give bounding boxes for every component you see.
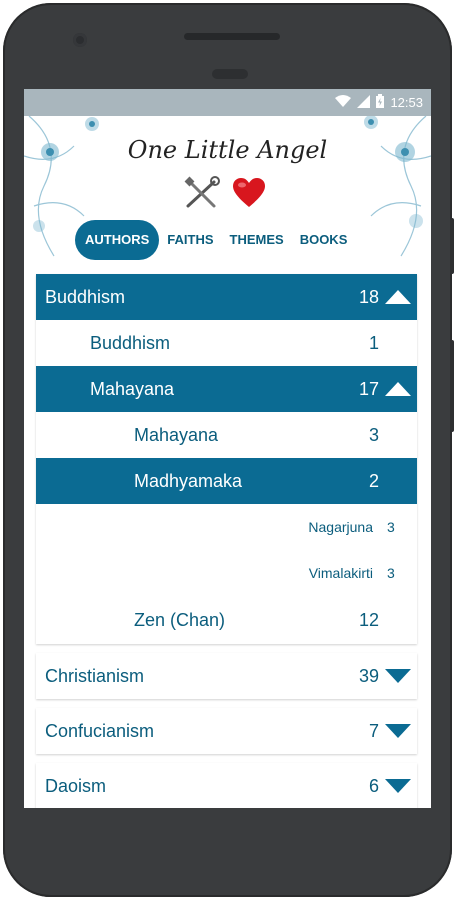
chevron-up-icon[interactable] [379,290,417,304]
category-count: 7 [368,720,379,741]
tab-themes[interactable]: THEMES [222,220,292,260]
tab-books[interactable]: BOOKS [292,220,356,260]
author-row-vimalakirti[interactable]: Vimalakirti 3 [36,550,417,596]
wifi-icon [335,94,352,111]
school-row-madhyamaka[interactable]: Madhyamaka 2 [36,458,417,504]
school-count: 12 [358,609,379,630]
volume-button [450,218,454,274]
author-label: Nagarjuna [308,519,373,535]
author-label: Vimalakirti [308,565,373,581]
subcategory-count: 1 [368,332,379,353]
subcategory-row-buddhism[interactable]: Buddhism 1 [36,320,417,366]
proximity-sensor [212,69,248,79]
author-count: 3 [387,519,395,535]
category-row-confucianism[interactable]: Confucianism 7 [36,708,417,754]
tab-bar: AUTHORS FAITHS THEMES BOOKS [75,220,355,260]
status-bar: 12:53 [24,89,431,116]
signal-icon [357,94,371,111]
screen: 12:53 One Little Angel AUTHORS FAITHS TH… [24,89,431,808]
category-count: 18 [358,286,379,307]
battery-icon [376,94,385,111]
status-time: 12:53 [390,95,423,110]
chevron-up-icon[interactable] [379,382,417,396]
power-button [450,340,454,432]
tab-faiths[interactable]: FAITHS [159,220,221,260]
category-count: 39 [358,665,379,686]
category-list: Buddhism 18 Buddhism 1 Mahayana 17 Mahay… [36,274,417,808]
category-label: Christianism [45,665,145,686]
app-title: One Little Angel [127,136,328,164]
category-count: 6 [368,775,379,796]
subcategory-row-mahayana[interactable]: Mahayana 17 [36,366,417,412]
category-card-buddhism: Buddhism 18 Buddhism 1 Mahayana 17 Mahay… [36,274,417,644]
school-label: Zen (Chan) [134,609,226,630]
category-label: Daoism [45,775,107,796]
category-label: Confucianism [45,720,155,741]
chevron-down-icon[interactable] [379,724,417,738]
category-row-daoism[interactable]: Daoism 6 [36,763,417,808]
front-camera [73,33,87,47]
heart-icon[interactable] [232,177,266,214]
author-row-nagarjuna[interactable]: Nagarjuna 3 [36,504,417,550]
category-row-christianism[interactable]: Christianism 39 [36,653,417,699]
author-count: 3 [387,565,395,581]
subcategory-count: 17 [358,378,379,399]
school-label: Madhyamaka [134,470,243,491]
earpiece-speaker [184,33,280,40]
school-row-mahayana[interactable]: Mahayana 3 [36,412,417,458]
app-header: One Little Angel AUTHORS FAITHS THEMES B… [24,116,431,276]
tools-icon[interactable] [184,176,220,215]
school-count: 3 [368,424,379,445]
category-row-buddhism[interactable]: Buddhism 18 [36,274,417,320]
school-row-zen[interactable]: Zen (Chan) 12 [36,596,417,644]
tab-authors[interactable]: AUTHORS [75,220,160,260]
chevron-down-icon[interactable] [379,779,417,793]
school-count: 2 [368,470,379,491]
chevron-down-icon[interactable] [379,669,417,683]
subcategory-label: Buddhism [90,332,171,353]
category-label: Buddhism [45,286,126,307]
subcategory-label: Mahayana [90,378,175,399]
school-label: Mahayana [134,424,219,445]
